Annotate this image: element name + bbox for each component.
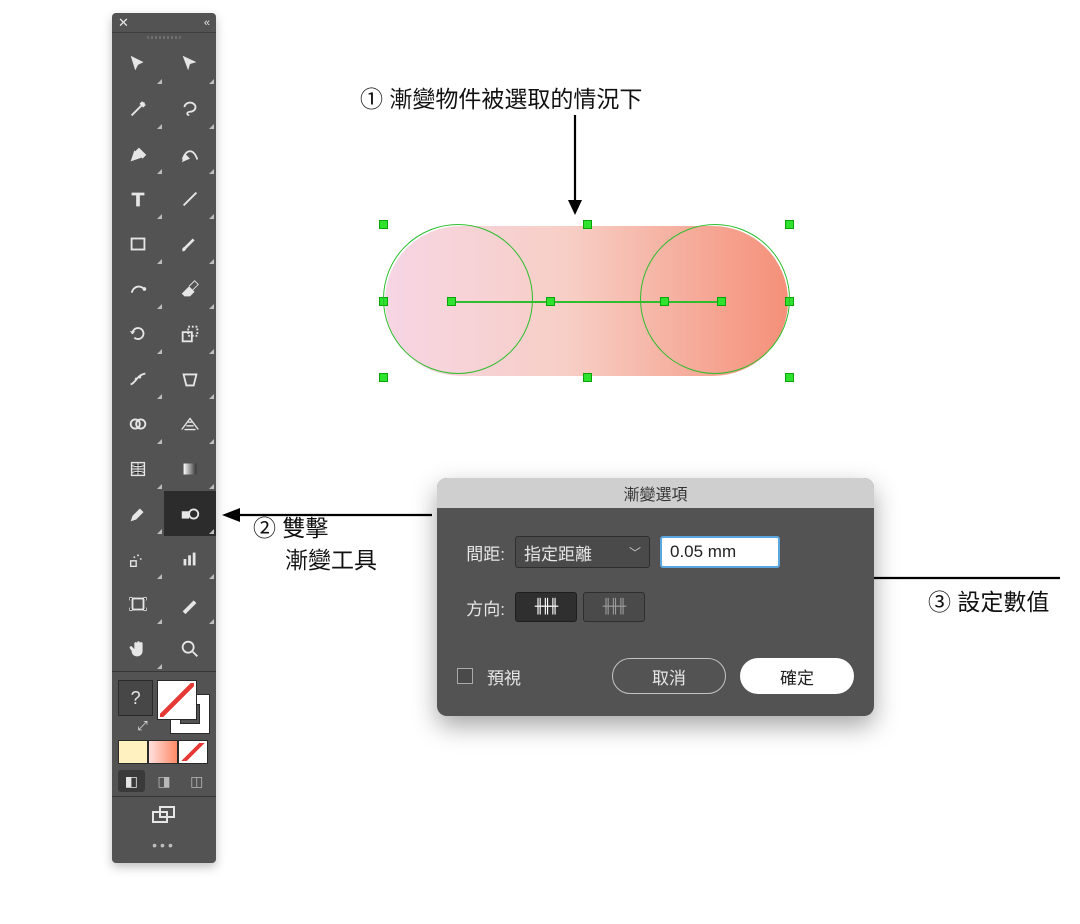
preview-label: 預視 [487, 664, 521, 689]
free-transform-tool[interactable] [164, 356, 216, 401]
pen-tool[interactable] [112, 131, 164, 176]
shape-builder-tool[interactable] [112, 401, 164, 446]
color-swatch-none[interactable] [178, 740, 208, 764]
preview-checkbox[interactable] [457, 668, 473, 684]
zoom-tool[interactable] [164, 626, 216, 671]
selected-blend-object[interactable] [385, 226, 788, 376]
draw-inside-icon[interactable]: ◫ [183, 770, 210, 792]
shaper-tool[interactable] [112, 266, 164, 311]
spacing-mode-value: 指定距離 [524, 540, 592, 565]
handle-bl[interactable] [379, 373, 388, 382]
screen-mode-button[interactable] [150, 805, 178, 827]
color-mode-row [118, 740, 210, 764]
orientation-align-page[interactable]: ╫╫╫ [515, 592, 577, 622]
close-icon[interactable]: ✕ [118, 16, 129, 29]
fill-stroke-indicator[interactable]: ⤢ [157, 680, 210, 734]
handle-br[interactable] [785, 373, 794, 382]
rotate-tool[interactable] [112, 311, 164, 356]
width-tool[interactable] [112, 356, 164, 401]
hand-tool[interactable] [112, 626, 164, 671]
symbol-sprayer-tool[interactable] [112, 536, 164, 581]
chevron-down-icon: ﹀ [629, 544, 641, 561]
screen-mode-section [112, 796, 216, 831]
tool-grid [112, 41, 216, 671]
blend-tool[interactable] [164, 491, 216, 536]
artboard-tool[interactable] [112, 581, 164, 626]
step2-label-line2: 漸變工具 [285, 541, 377, 575]
handle-tl[interactable] [379, 220, 388, 229]
cancel-button[interactable]: 取消 [612, 658, 726, 694]
orientation-align-path[interactable]: ╫╫╫ [583, 592, 645, 622]
arrow-step1 [565, 115, 585, 215]
spacing-label: 間距: [457, 540, 505, 565]
column-graph-tool[interactable] [164, 536, 216, 581]
blend-options-dialog: 漸變選項 間距: 指定距離 ﹀ 方向: ╫╫╫ ╫╫╫ 預視 取消 確定 [437, 478, 874, 716]
direct-selection-tool[interactable] [164, 41, 216, 86]
orientation-row: 方向: ╫╫╫ ╫╫╫ [457, 592, 854, 622]
color-swatch-solid[interactable] [118, 740, 148, 764]
collapse-icon[interactable]: « [204, 17, 210, 29]
spacing-mode-select[interactable]: 指定距離 ﹀ [515, 536, 650, 568]
line-tool[interactable] [164, 176, 216, 221]
gradient-tool[interactable] [164, 446, 216, 491]
eyedropper-tool[interactable] [112, 491, 164, 536]
scale-tool[interactable] [164, 311, 216, 356]
step3-label: ③ 設定數值 [928, 583, 1049, 617]
tools-panel: ✕ « [112, 13, 216, 863]
selection-tool[interactable] [112, 41, 164, 86]
fill-swatch[interactable] [157, 680, 197, 720]
handle-tr[interactable] [785, 220, 794, 229]
curvature-tool[interactable] [164, 131, 216, 176]
arrow-step2 [222, 505, 432, 525]
orientation-label: 方向: [457, 595, 505, 620]
slice-tool[interactable] [164, 581, 216, 626]
paintbrush-tool[interactable] [164, 221, 216, 266]
lasso-tool[interactable] [164, 86, 216, 131]
magic-wand-tool[interactable] [112, 86, 164, 131]
color-swatch-gradient[interactable] [148, 740, 178, 764]
perspective-grid-tool[interactable] [164, 401, 216, 446]
fill-stroke-section: ? ⤢ ◧ ◨ ◫ [112, 671, 216, 796]
dialog-title: 漸變選項 [437, 478, 874, 508]
step1-label: ① 漸變物件被選取的情況下 [360, 80, 642, 114]
draw-mode-row: ◧ ◨ ◫ [118, 770, 210, 792]
capsule-shape [385, 226, 788, 376]
rectangle-tool[interactable] [112, 221, 164, 266]
eraser-tool[interactable] [164, 266, 216, 311]
swap-fillstroke-icon[interactable]: ⤢ [137, 718, 147, 734]
spacing-value-input[interactable] [660, 536, 780, 568]
type-tool[interactable] [112, 176, 164, 221]
edit-toolbar-icon[interactable]: ••• [112, 837, 216, 853]
draw-behind-icon[interactable]: ◨ [151, 770, 178, 792]
grip-icon[interactable] [112, 33, 216, 41]
default-fillstroke-button[interactable]: ? [118, 680, 153, 716]
spacing-row: 間距: 指定距離 ﹀ [457, 536, 854, 568]
draw-normal-icon[interactable]: ◧ [118, 770, 145, 792]
panel-header: ✕ « [112, 13, 216, 33]
mesh-tool[interactable] [112, 446, 164, 491]
ok-button[interactable]: 確定 [740, 658, 854, 694]
